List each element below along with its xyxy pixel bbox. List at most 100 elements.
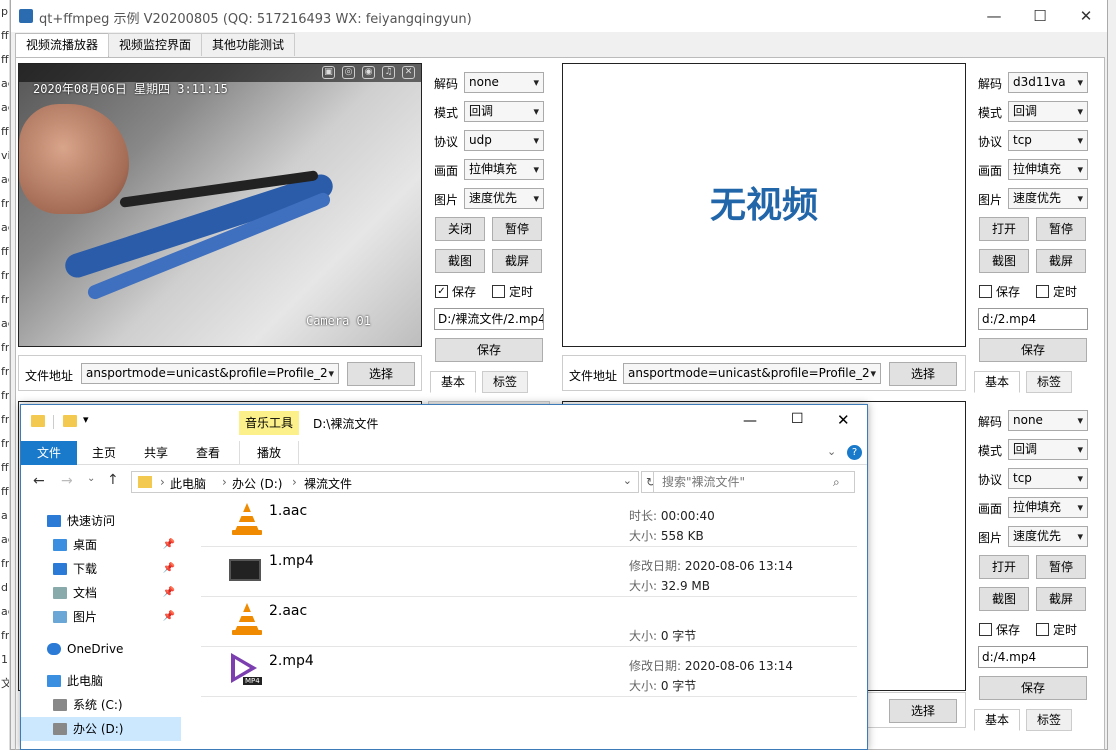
camera-icon[interactable]: ◉ — [362, 66, 375, 79]
ribbon-tab-play[interactable]: 播放 — [239, 441, 299, 465]
protocol-select[interactable]: tcp — [1008, 468, 1088, 489]
decode-select[interactable]: none — [1008, 410, 1088, 431]
close-video-icon[interactable]: ✕ — [402, 66, 415, 79]
video-panel-2[interactable]: 无视频 — [562, 63, 966, 347]
decode-select[interactable]: none — [464, 72, 544, 93]
save-checkbox[interactable]: ✓ 保存 — [435, 283, 476, 300]
explorer-close-button[interactable]: ✕ — [837, 411, 850, 429]
nav-item[interactable]: 此电脑 — [21, 669, 181, 693]
up-arrow-icon[interactable]: ↑ — [107, 472, 119, 488]
save-checkbox[interactable]: 保存 — [979, 283, 1020, 300]
video-panel-1[interactable]: ▣ ◎ ◉ ♫ ✕ 2020年08月06日 星期四 3:11:15 Camera… — [18, 63, 422, 347]
address-combobox[interactable]: ansportmode=unicast&profile=Profile_2 — [81, 363, 339, 384]
record-icon[interactable]: ▣ — [322, 66, 335, 79]
snapshot-button[interactable]: 截图 — [435, 249, 485, 273]
tab-tags[interactable]: 标签 — [482, 371, 529, 393]
tab-tags[interactable]: 标签 — [1026, 371, 1073, 393]
save-path-input[interactable]: D:/裸流文件/2.mp4 — [434, 308, 544, 330]
toggle-button[interactable]: 关闭 — [435, 217, 485, 241]
timer-checkbox[interactable]: 定时 — [492, 283, 533, 300]
toggle-button[interactable]: 打开 — [979, 217, 1029, 241]
select-button[interactable]: 选择 — [889, 699, 957, 723]
back-arrow-icon[interactable]: ← — [33, 473, 45, 489]
ribbon-tab-view[interactable]: 查看 — [185, 441, 231, 465]
select-button[interactable]: 选择 — [347, 362, 415, 386]
timer-checkbox-label: 定时 — [1053, 285, 1078, 299]
timer-checkbox[interactable]: 定时 — [1036, 621, 1077, 638]
address-combobox[interactable]: ansportmode=unicast&profile=Profile_2 — [623, 363, 881, 384]
tab-basic[interactable]: 基本 — [430, 371, 477, 393]
nav-item[interactable]: 快速访问 — [21, 509, 181, 533]
decode-select[interactable]: d3d11va — [1008, 72, 1088, 93]
nav-item[interactable]: 桌面 📌 — [21, 533, 181, 557]
tab-monitor[interactable]: 视频监控界面 — [108, 33, 203, 56]
folder-icon[interactable] — [63, 415, 77, 427]
explorer-minimize-button[interactable]: — — [743, 413, 757, 429]
nav-item[interactable]: 图片 📌 — [21, 605, 181, 629]
nav-item[interactable]: OneDrive — [21, 637, 181, 661]
protocol-select[interactable]: udp — [464, 130, 544, 151]
mode-select[interactable]: 回调 — [1008, 101, 1088, 122]
address-dropdown-icon[interactable]: ⌄ — [623, 474, 632, 487]
quick-access-dropdown-icon[interactable]: ▾ — [83, 413, 89, 426]
maximize-button[interactable]: ☐ — [1017, 0, 1063, 32]
nav-item[interactable]: 下载 📌 — [21, 557, 181, 581]
screenshot-button[interactable]: 截屏 — [1036, 249, 1086, 273]
explorer-maximize-button[interactable]: ☐ — [791, 411, 804, 427]
snapshot-button[interactable]: 截图 — [979, 587, 1029, 611]
search-input[interactable]: 搜索"裸流文件" — [653, 471, 855, 493]
nav-item[interactable]: 系统 (C:) — [21, 693, 181, 717]
breadcrumb-folder[interactable]: 裸流文件 — [304, 475, 352, 492]
snapshot-icon[interactable]: ◎ — [342, 66, 355, 79]
pause-button[interactable]: 暂停 — [1036, 217, 1086, 241]
ribbon-tab-share[interactable]: 共享 — [133, 441, 179, 465]
recent-dropdown-icon[interactable]: ⌄ — [87, 473, 95, 484]
save-button[interactable]: 保存 — [979, 338, 1087, 362]
file-meta-size: 大小: 32.9 MB — [629, 579, 710, 593]
pause-button[interactable]: 暂停 — [492, 217, 542, 241]
ribbon-tab-file[interactable]: 文件 — [21, 441, 77, 465]
pause-button[interactable]: 暂停 — [1036, 555, 1086, 579]
picture-select[interactable]: 拉伸填充 — [1008, 497, 1088, 518]
save-checkbox[interactable]: 保存 — [979, 621, 1020, 638]
picture-select[interactable]: 拉伸填充 — [464, 159, 544, 180]
tab-basic[interactable]: 基本 — [974, 371, 1021, 393]
save-button[interactable]: 保存 — [435, 338, 543, 362]
tab-other[interactable]: 其他功能测试 — [201, 33, 296, 56]
ribbon-tab-home[interactable]: 主页 — [81, 441, 127, 465]
snapshot-button[interactable]: 截图 — [979, 249, 1029, 273]
tab-basic[interactable]: 基本 — [974, 709, 1021, 731]
forward-arrow-icon[interactable]: → — [61, 473, 73, 489]
picture-select[interactable]: 拉伸填充 — [1008, 159, 1088, 180]
select-button[interactable]: 选择 — [889, 362, 957, 386]
help-icon[interactable]: ? — [847, 445, 862, 460]
image-select[interactable]: 速度优先 — [464, 188, 544, 209]
mode-select[interactable]: 回调 — [1008, 439, 1088, 460]
save-path-input[interactable]: d:/4.mp4 — [978, 646, 1088, 668]
file-row[interactable]: 1.mp4 修改日期: 2020-08-06 13:14 大小: 32.9 MB — [201, 547, 857, 597]
minimize-button[interactable]: — — [971, 0, 1017, 32]
toggle-button[interactable]: 打开 — [979, 555, 1029, 579]
save-path-input[interactable]: d:/2.mp4 — [978, 308, 1088, 330]
image-select[interactable]: 速度优先 — [1008, 188, 1088, 209]
sound-icon[interactable]: ♫ — [382, 66, 395, 79]
nav-item[interactable]: 文档 📌 — [21, 581, 181, 605]
tab-stream-player[interactable]: 视频流播放器 — [15, 33, 110, 58]
save-button[interactable]: 保存 — [979, 676, 1087, 700]
file-row[interactable]: 1.aac 时长: 00:00:40 大小: 558 KB — [201, 497, 857, 547]
breadcrumb-drive[interactable]: 办公 (D:) — [232, 475, 282, 492]
breadcrumb-pc[interactable]: 此电脑 — [170, 475, 206, 492]
tab-tags[interactable]: 标签 — [1026, 709, 1073, 731]
screenshot-button[interactable]: 截屏 — [1036, 587, 1086, 611]
close-button[interactable]: ✕ — [1063, 0, 1109, 32]
timer-checkbox[interactable]: 定时 — [1036, 283, 1077, 300]
nav-item[interactable]: 办公 (D:) — [21, 717, 181, 741]
address-input[interactable]: › 此电脑 › 办公 (D:) › 裸流文件 ⌄ — [131, 471, 639, 493]
file-row[interactable]: 2.aac 大小: 0 字节 — [201, 597, 857, 647]
ribbon-expand-icon[interactable]: ⌄ — [827, 445, 836, 458]
screenshot-button[interactable]: 截屏 — [492, 249, 542, 273]
file-row[interactable]: MP4 2.mp4 修改日期: 2020-08-06 13:14 大小: 0 字节 — [201, 647, 857, 697]
protocol-select[interactable]: tcp — [1008, 130, 1088, 151]
image-select[interactable]: 速度优先 — [1008, 526, 1088, 547]
mode-select[interactable]: 回调 — [464, 101, 544, 122]
